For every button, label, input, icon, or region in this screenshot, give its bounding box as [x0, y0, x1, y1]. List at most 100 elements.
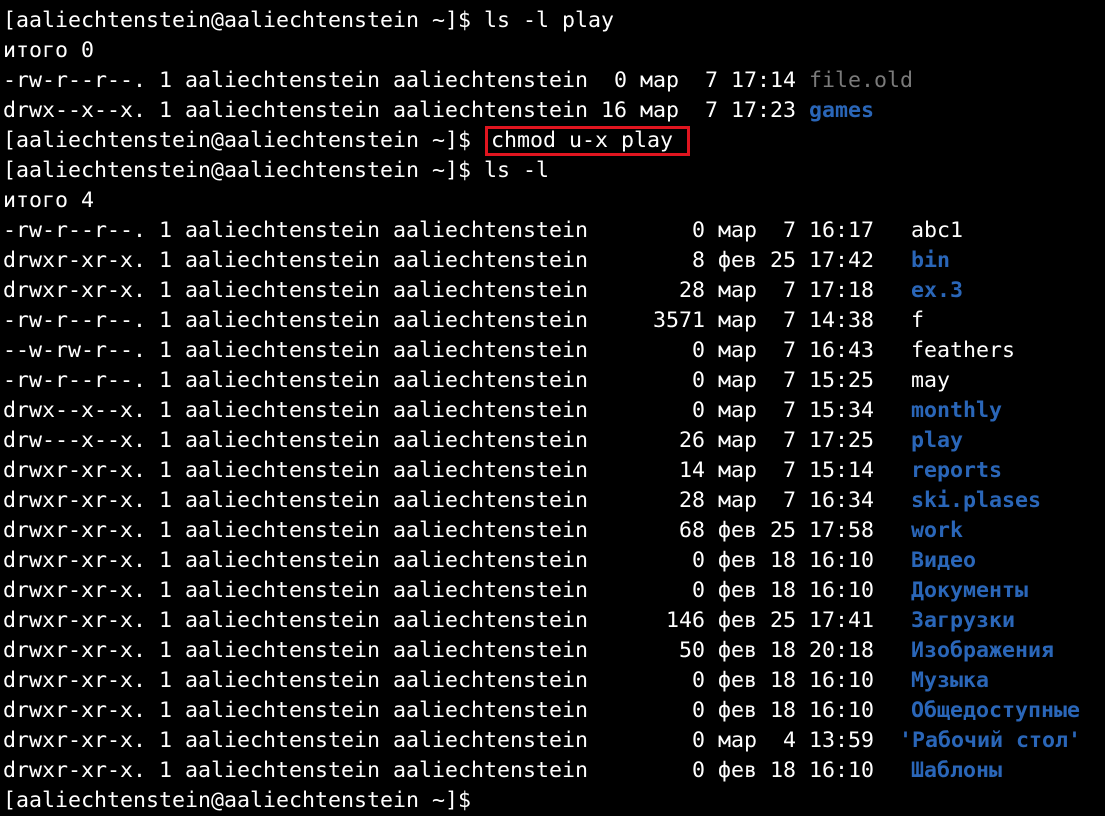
- file-name: feathers: [911, 338, 1016, 363]
- listing-row: drwxr-xr-x. 1 aaliechtenstein aaliechten…: [3, 516, 1081, 546]
- listing-size-date: 0 фев 18 16:10: [653, 578, 875, 603]
- listing-columns: -rw-r--r--. 1 aaliechtenstein aaliechten…: [3, 368, 589, 393]
- listing-size-date: 0 фев 18 16:10: [653, 758, 875, 783]
- command-text: ls -l: [484, 158, 550, 183]
- listing-size-date: 146 фев 25 17:41: [653, 608, 875, 633]
- shell-prompt: [aaliechtenstein@aaliechtenstein ~]$: [3, 128, 485, 153]
- listing-columns: drwxr-xr-x. 1 aaliechtenstein aaliechten…: [3, 668, 589, 693]
- file-name: abc1: [911, 218, 964, 243]
- listing-size-date: 0 мар 7 15:34: [653, 398, 875, 423]
- listing-size-date: 0 фев 18 16:10: [653, 548, 875, 573]
- shell-prompt: [aaliechtenstein@aaliechtenstein ~]$: [3, 8, 485, 33]
- directory-name: monthly: [911, 398, 1003, 423]
- command-line[interactable]: [aaliechtenstein@aaliechtenstein ~]$: [3, 786, 1081, 816]
- listing-columns: drwxr-xr-x. 1 aaliechtenstein aaliechten…: [3, 728, 589, 753]
- listing-columns: drwx--x--x. 1 aaliechtenstein aaliechten…: [3, 398, 589, 423]
- listing-row: drwxr-xr-x. 1 aaliechtenstein aaliechten…: [3, 756, 1081, 786]
- listing-size-date: 14 мар 7 15:14: [653, 458, 875, 483]
- terminal-output: [aaliechtenstein@aaliechtenstein ~]$ ls …: [3, 6, 1081, 816]
- command-line: [aaliechtenstein@aaliechtenstein ~]$ chm…: [3, 126, 1081, 156]
- listing-columns: drw---x--x. 1 aaliechtenstein aaliechten…: [3, 428, 589, 453]
- directory-name: Загрузки: [911, 608, 1016, 633]
- listing-row: -rw-r--r--. 1 aaliechtenstein aaliechten…: [3, 66, 1081, 96]
- listing-columns: drwxr-xr-x. 1 aaliechtenstein aaliechten…: [3, 488, 589, 513]
- listing-row: drwxr-xr-x. 1 aaliechtenstein aaliechten…: [3, 666, 1081, 696]
- listing-row: drwx--x--x. 1 aaliechtenstein aaliechten…: [3, 396, 1081, 426]
- total-line: итого 0: [3, 36, 1081, 66]
- listing-size-date: 0 мар 4 13:59: [653, 728, 875, 753]
- listing-row: drwxr-xr-x. 1 aaliechtenstein aaliechten…: [3, 606, 1081, 636]
- shell-prompt: [aaliechtenstein@aaliechtenstein ~]$: [3, 788, 485, 813]
- file-name: f: [911, 308, 925, 333]
- listing-size-date: 0 мар 7 15:25: [653, 368, 875, 393]
- command-text: chmod u-x play: [491, 128, 674, 153]
- listing-row: -rw-r--r--. 1 aaliechtenstein aaliechten…: [3, 216, 1081, 246]
- text-cursor[interactable]: [484, 791, 496, 811]
- listing-columns: -rw-r--r--. 1 aaliechtenstein aaliechten…: [3, 68, 810, 93]
- listing-size-date: 8 фев 25 17:42: [653, 248, 875, 273]
- listing-row: --w-rw-r--. 1 aaliechtenstein aaliechten…: [3, 336, 1081, 366]
- listing-row: drwxr-xr-x. 1 aaliechtenstein aaliechten…: [3, 486, 1081, 516]
- directory-name: Изображения: [911, 638, 1055, 663]
- directory-name: 'Рабочий стол': [899, 728, 1082, 753]
- listing-row: drwxr-xr-x. 1 aaliechtenstein aaliechten…: [3, 276, 1081, 306]
- listing-columns: drwxr-xr-x. 1 aaliechtenstein aaliechten…: [3, 578, 589, 603]
- listing-row: -rw-r--r--. 1 aaliechtenstein aaliechten…: [3, 366, 1081, 396]
- highlighted-command-box: chmod u-x play: [485, 126, 691, 156]
- listing-columns: -rw-r--r--. 1 aaliechtenstein aaliechten…: [3, 218, 589, 243]
- directory-name: bin: [911, 248, 951, 273]
- listing-row: drwxr-xr-x. 1 aaliechtenstein aaliechten…: [3, 726, 1081, 756]
- listing-columns: drwxr-xr-x. 1 aaliechtenstein aaliechten…: [3, 758, 589, 783]
- listing-columns: -rw-r--r--. 1 aaliechtenstein aaliechten…: [3, 308, 589, 333]
- listing-row: drw---x--x. 1 aaliechtenstein aaliechten…: [3, 426, 1081, 456]
- listing-columns: drwxr-xr-x. 1 aaliechtenstein aaliechten…: [3, 278, 589, 303]
- shell-prompt: [aaliechtenstein@aaliechtenstein ~]$: [3, 158, 485, 183]
- listing-columns: drwxr-xr-x. 1 aaliechtenstein aaliechten…: [3, 698, 589, 723]
- listing-columns: drwxr-xr-x. 1 aaliechtenstein aaliechten…: [3, 608, 589, 633]
- directory-name: work: [911, 518, 964, 543]
- listing-columns: drwxr-xr-x. 1 aaliechtenstein aaliechten…: [3, 518, 589, 543]
- listing-size-date: 0 мар 7 16:17: [653, 218, 875, 243]
- directory-name: Музыка: [911, 668, 990, 693]
- listing-row: -rw-r--r--. 1 aaliechtenstein aaliechten…: [3, 306, 1081, 336]
- listing-size-date: 0 мар 7 16:43: [653, 338, 875, 363]
- directory-name: games: [809, 98, 875, 123]
- command-text: ls -l play: [484, 8, 615, 33]
- listing-columns: drwxr-xr-x. 1 aaliechtenstein aaliechten…: [3, 458, 589, 483]
- listing-row: drwxr-xr-x. 1 aaliechtenstein aaliechten…: [3, 456, 1081, 486]
- total-text: итого 4: [3, 188, 95, 213]
- file-name: file.old: [809, 68, 914, 93]
- directory-name: Документы: [911, 578, 1029, 603]
- listing-size-date: 26 мар 7 17:25: [653, 428, 875, 453]
- listing-size-date: 0 фев 18 16:10: [653, 698, 875, 723]
- listing-row: drwxr-xr-x. 1 aaliechtenstein aaliechten…: [3, 246, 1081, 276]
- listing-row: drwxr-xr-x. 1 aaliechtenstein aaliechten…: [3, 636, 1081, 666]
- file-name: may: [911, 368, 951, 393]
- command-line: [aaliechtenstein@aaliechtenstein ~]$ ls …: [3, 156, 1081, 186]
- directory-name: ski.plases: [911, 488, 1042, 513]
- listing-columns: --w-rw-r--. 1 aaliechtenstein aaliechten…: [3, 338, 589, 363]
- listing-row: drwxr-xr-x. 1 aaliechtenstein aaliechten…: [3, 576, 1081, 606]
- listing-size-date: 50 фев 18 20:18: [653, 638, 875, 663]
- listing-columns: drwxr-xr-x. 1 aaliechtenstein aaliechten…: [3, 548, 589, 573]
- directory-name: Общедоступные: [911, 698, 1081, 723]
- directory-name: ex.3: [911, 278, 964, 303]
- directory-name: reports: [911, 458, 1003, 483]
- listing-row: drwxr-xr-x. 1 aaliechtenstein aaliechten…: [3, 696, 1081, 726]
- command-line: [aaliechtenstein@aaliechtenstein ~]$ ls …: [3, 6, 1081, 36]
- listing-row: drwx--x--x. 1 aaliechtenstein aaliechten…: [3, 96, 1081, 126]
- listing-columns: drwxr-xr-x. 1 aaliechtenstein aaliechten…: [3, 248, 589, 273]
- directory-name: Видео: [911, 548, 977, 573]
- listing-size-date: 28 мар 7 17:18: [653, 278, 875, 303]
- directory-name: play: [911, 428, 964, 453]
- total-line: итого 4: [3, 186, 1081, 216]
- terminal-window: { "terminal": { "prompt": "[aaliechtenst…: [0, 0, 1105, 813]
- listing-columns: drwx--x--x. 1 aaliechtenstein aaliechten…: [3, 98, 810, 123]
- listing-size-date: 28 мар 7 16:34: [653, 488, 875, 513]
- listing-size-date: 0 фев 18 16:10: [653, 668, 875, 693]
- directory-name: Шаблоны: [911, 758, 1003, 783]
- listing-row: drwxr-xr-x. 1 aaliechtenstein aaliechten…: [3, 546, 1081, 576]
- total-text: итого 0: [3, 38, 95, 63]
- listing-size-date: 68 фев 25 17:58: [653, 518, 875, 543]
- listing-columns: drwxr-xr-x. 1 aaliechtenstein aaliechten…: [3, 638, 589, 663]
